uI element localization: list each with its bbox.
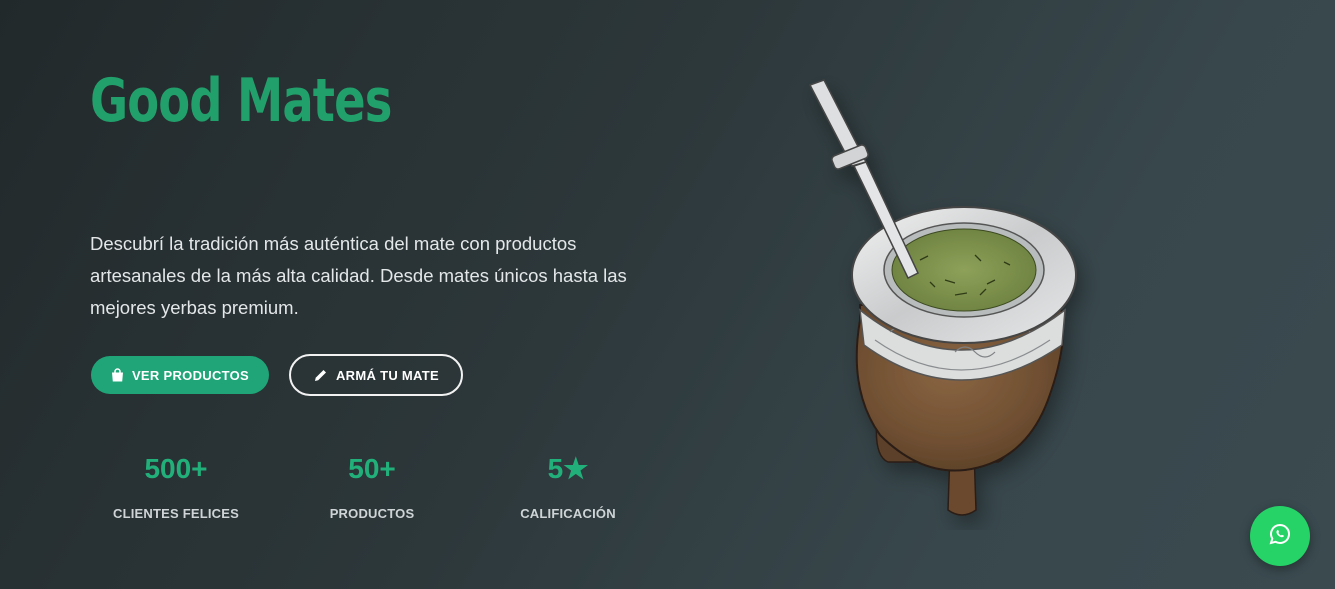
stat-label: CALIFICACIÓN [520,506,616,521]
stat-rating: 5★ CALIFICACIÓN [470,450,666,521]
stat-value: 5★ [547,453,589,484]
shopping-bag-icon [111,368,124,382]
mate-illustration [808,79,1077,516]
whatsapp-button[interactable] [1250,506,1310,566]
stat-value: 50+ [348,453,396,484]
brand-title: Good Mates [90,66,392,136]
hero-section: Good Mates Descubrí la tradición más aut… [0,0,1335,589]
pencil-icon [313,368,328,383]
whatsapp-icon [1268,522,1292,550]
build-your-mate-label: ARMÁ TU MATE [335,367,439,383]
stat-clients: 500+ CLIENTES FELICES [78,450,274,521]
view-products-button[interactable]: VER PRODUCTOS [91,356,269,394]
stat-value: 500+ [144,453,208,484]
build-your-mate-button[interactable]: ARMÁ TU MATE [289,354,463,396]
hero-description: Descubrí la tradición más auténtica del … [90,233,627,318]
view-products-label: VER PRODUCTOS [131,367,250,383]
stat-products: 50+ PRODUCTOS [274,450,470,521]
stat-label: CLIENTES FELICES [113,506,239,521]
stat-label: PRODUCTOS [329,506,415,521]
